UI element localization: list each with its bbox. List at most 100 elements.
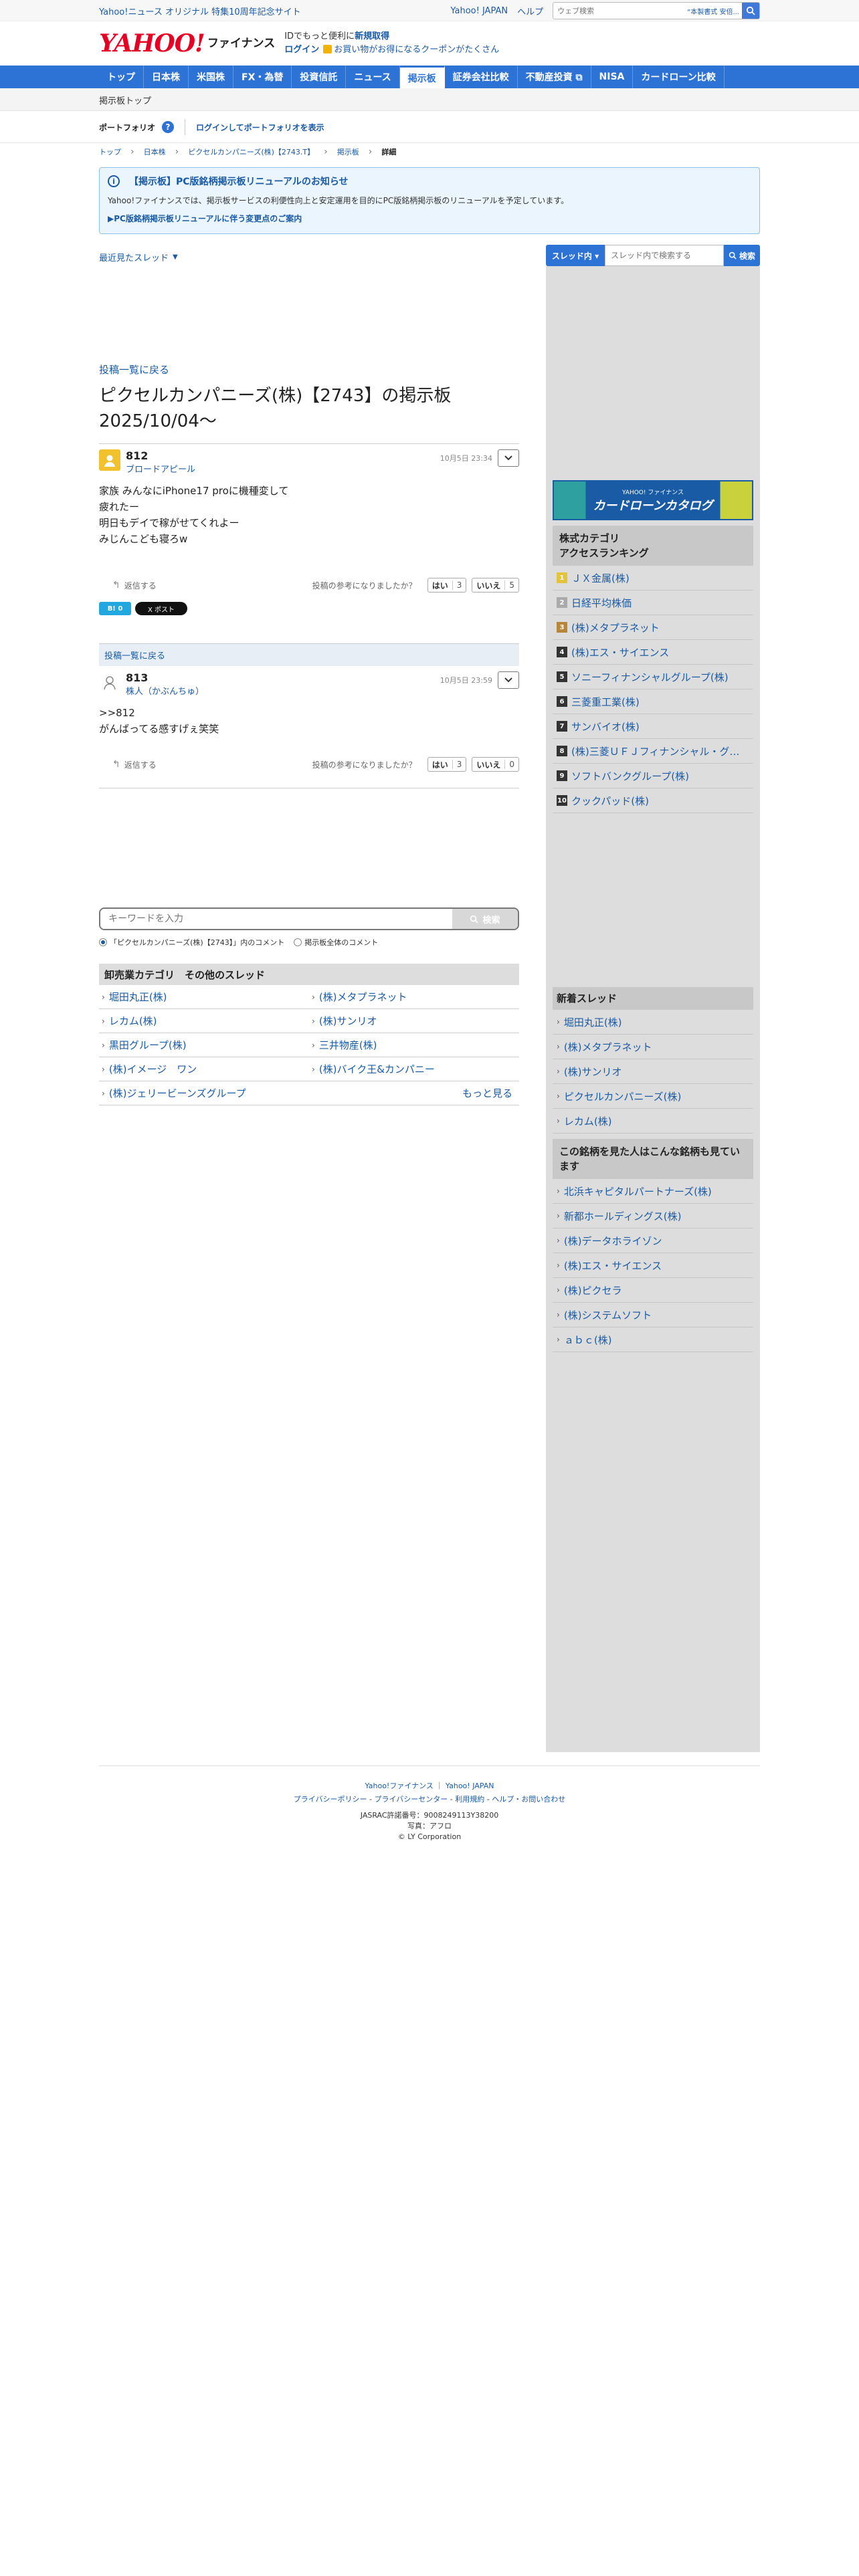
nav-item[interactable]: 証券会社比較 (445, 66, 518, 88)
ranking-item[interactable]: 8 (株)三菱ＵＦＪフィナンシャル・グ… (553, 739, 753, 764)
rank-number: 8 (557, 746, 567, 756)
avatar[interactable] (99, 671, 120, 693)
promo-link[interactable]: Yahoo!ニュース オリジナル 特集10周年記念サイト (99, 5, 301, 17)
post-number[interactable]: 812 (126, 449, 195, 462)
more-threads-link[interactable]: もっと見る (309, 1081, 519, 1105)
side-list-item[interactable]: › (株)メタプラネット (553, 1035, 753, 1059)
ranking-item[interactable]: 6 三菱重工業(株) (553, 689, 753, 714)
other-thread-item[interactable]: › (株)バイク王&カンパニー (309, 1057, 519, 1081)
post-menu-button[interactable] (498, 449, 519, 467)
thread-search-button[interactable]: 検索 (724, 245, 760, 266)
other-thread-item[interactable]: › 堀田丸正(株) (99, 985, 309, 1009)
footer-privacy-link[interactable]: プライバシーポリシー (294, 1795, 367, 1804)
board-top-link[interactable]: 掲示板トップ (99, 94, 151, 106)
footer-help-link[interactable]: ヘルプ・お問い合わせ (492, 1795, 565, 1804)
footer-privacy-center-link[interactable]: プライバシーセンター (375, 1795, 448, 1804)
side-list-item[interactable]: › (株)サンリオ (553, 1059, 753, 1084)
web-search-button[interactable] (742, 3, 759, 19)
side-list-item[interactable]: › (株)エス・サイエンス (553, 1253, 753, 1278)
side-list-label: ａｂｃ(株) (563, 1333, 612, 1346)
ranking-item[interactable]: 7 サンバイオ(株) (553, 714, 753, 739)
other-thread-item[interactable]: › (株)ジェリービーンズグループ (99, 1081, 309, 1105)
other-thread-item[interactable]: › 三井物産(株) (309, 1033, 519, 1057)
yahoo-japan-link[interactable]: Yahoo! JAPAN (450, 6, 508, 16)
nav-item[interactable]: FX・為替 (233, 66, 292, 88)
post-number[interactable]: 813 (126, 671, 204, 684)
card-loan-banner[interactable]: YAHOO! ファイナンス カードローンカタログ (553, 480, 753, 520)
vote-no-button[interactable]: いいえ 0 (472, 757, 519, 772)
side-list-item[interactable]: › (株)システムソフト (553, 1303, 753, 1327)
side-list-item[interactable]: › ａｂｃ(株) (553, 1327, 753, 1352)
crumb-top[interactable]: トップ (99, 146, 121, 157)
other-thread-item[interactable]: › (株)メタプラネット (309, 985, 519, 1009)
side-list-item[interactable]: › 北浜キャピタルパートナーズ(株) (553, 1179, 753, 1204)
search-scope-select[interactable]: スレッド内 ▾ (546, 245, 605, 266)
back-to-list-link[interactable]: 投稿一覧に戻る (99, 362, 519, 377)
crumb-current: 詳細 (381, 148, 397, 156)
thread-search-input[interactable] (605, 245, 724, 266)
coupon-link[interactable]: お買い物がお得になるクーポンがたくさん (334, 45, 499, 55)
nav-item[interactable]: カードローン比較 (633, 66, 725, 88)
ranking-item[interactable]: 4 (株)エス・サイエンス (553, 640, 753, 665)
radio-all-board[interactable] (294, 938, 302, 946)
side-list-item[interactable]: › 新都ホールディングス(株) (553, 1204, 753, 1228)
login-portfolio-link[interactable]: ログインしてポートフォリオを表示 (196, 122, 324, 133)
hatena-bookmark-button[interactable]: B! 0 (99, 602, 131, 615)
other-thread-item[interactable]: › (株)サンリオ (309, 1009, 519, 1033)
x-post-button[interactable]: X ポスト (135, 602, 187, 615)
nav-item[interactable]: NISA (591, 66, 634, 88)
reply-button[interactable]: ↰ 返信する (112, 759, 157, 770)
vote-no-button[interactable]: いいえ 5 (472, 578, 519, 593)
logo[interactable]: YAHOO! ファイナンス (99, 31, 275, 56)
footer-finance-link[interactable]: Yahoo!ファイナンス (365, 1782, 434, 1790)
vote-yes-button[interactable]: はい 3 (427, 578, 467, 593)
vote-yes-button[interactable]: はい 3 (427, 757, 467, 772)
nav-item[interactable]: 米国株 (189, 66, 233, 88)
back-to-list-bar[interactable]: 投稿一覧に戻る (99, 643, 519, 666)
login-link[interactable]: ログイン (284, 45, 319, 55)
ranking-item[interactable]: 1 ＪＸ金属(株) (553, 566, 753, 591)
nav-item[interactable]: トップ (99, 66, 144, 88)
radio-in-thread[interactable] (99, 938, 107, 946)
notice-title[interactable]: 【掲示板】PC版銘柄掲示板リニューアルのお知らせ (129, 175, 349, 188)
ranking-item[interactable]: 10 クックパッド(株) (553, 788, 753, 813)
ranking-item[interactable]: 3 (株)メタプラネット (553, 615, 753, 640)
nav-item[interactable]: 日本株 (144, 66, 189, 88)
nav-item[interactable]: 不動産投資 ⧉ (518, 66, 591, 88)
other-thread-item[interactable]: › (株)イメージ ワン (99, 1057, 309, 1081)
other-thread-item[interactable]: › レカム(株) (99, 1009, 309, 1033)
side-list-item[interactable]: › レカム(株) (553, 1109, 753, 1134)
help-link[interactable]: ヘルプ (517, 5, 543, 17)
side-list-item[interactable]: › (株)ピクセラ (553, 1278, 753, 1303)
recent-threads-toggle[interactable]: 最近見たスレッド ▼ (99, 245, 519, 269)
other-thread-item[interactable]: › 黒田グループ(株) (99, 1033, 309, 1057)
nav-item[interactable]: 掲示板 (399, 66, 445, 88)
side-list-item[interactable]: › ピクセルカンパニーズ(株) (553, 1084, 753, 1109)
avatar[interactable] (99, 449, 120, 471)
ranking-item[interactable]: 2 日経平均株価 (553, 591, 753, 615)
post-menu-button[interactable] (498, 671, 519, 689)
web-search-input[interactable] (553, 3, 688, 19)
crumb-stock[interactable]: ピクセルカンパニーズ(株)【2743.T】 (188, 146, 314, 157)
keyword-input[interactable] (100, 909, 452, 929)
signup-link[interactable]: 新規取得 (355, 31, 389, 41)
crumb-japan-stocks[interactable]: 日本株 (144, 146, 166, 157)
nav-item[interactable]: ニュース (346, 66, 400, 88)
crumb-board[interactable]: 掲示板 (337, 146, 359, 157)
side-list-item[interactable]: › 堀田丸正(株) (553, 1010, 753, 1035)
notice-link[interactable]: ▶PC版銘柄掲示板リニューアルに伴う変更点のご案内 (108, 213, 751, 224)
side-list-item[interactable]: › (株)データホライゾン (553, 1228, 753, 1253)
post-user[interactable]: 株人（かぶんちゅ） (126, 684, 204, 697)
ranking-item[interactable]: 9 ソフトバンクグループ(株) (553, 764, 753, 788)
help-icon[interactable]: ? (162, 121, 175, 133)
reply-button[interactable]: ↰ 返信する (112, 580, 157, 591)
ranking-label: クックパッド(株) (571, 794, 649, 807)
post-time: 10月5日 23:59 (440, 676, 492, 685)
ranking-item[interactable]: 5 ソニーフィナンシャルグループ(株) (553, 665, 753, 689)
post-user[interactable]: ブロードアピール (126, 462, 195, 475)
nav-item[interactable]: 投資信託 (292, 66, 347, 88)
footer-terms-link[interactable]: 利用規約 (455, 1795, 484, 1804)
keyword-search-button[interactable]: 検索 (452, 909, 518, 929)
web-search-hint[interactable]: “本製書式 安倍... (687, 6, 742, 16)
footer-yahoo-link[interactable]: Yahoo! JAPAN (446, 1782, 494, 1790)
